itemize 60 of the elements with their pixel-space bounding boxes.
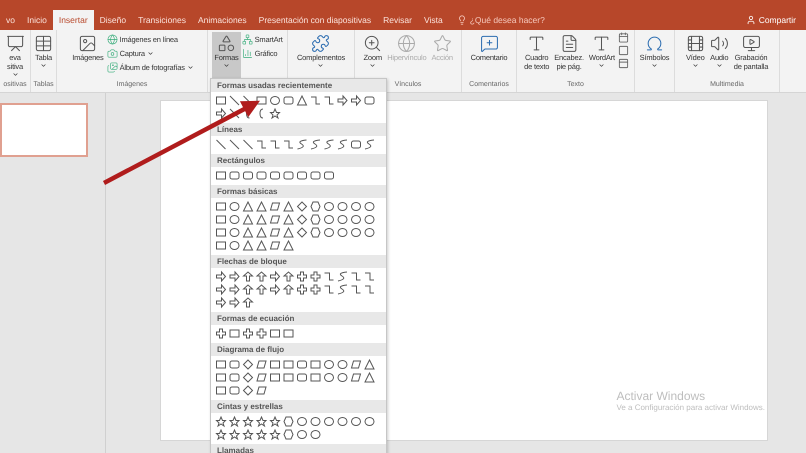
caret-icon <box>716 62 723 69</box>
section-header: Formas básicas <box>211 185 386 198</box>
tell-me-field[interactable]: ¿Qué desea hacer? <box>470 15 545 25</box>
camera-icon <box>106 48 118 59</box>
text-box-icon <box>527 34 546 53</box>
shapes-icon <box>217 34 236 53</box>
lightbulb-icon <box>456 15 467 25</box>
caret-icon <box>146 50 154 57</box>
ribbon-tab[interactable]: Animaciones <box>192 10 253 30</box>
page-icon <box>560 34 579 53</box>
ribbon-tab[interactable]: Inicio <box>20 10 53 30</box>
calendar-icon[interactable] <box>618 32 629 43</box>
ribbon-tab[interactable]: Revisar <box>377 10 418 30</box>
bar-chart-icon <box>242 48 253 59</box>
slide-thumbnail[interactable] <box>0 103 88 157</box>
caret-icon <box>186 64 194 71</box>
square-icon[interactable] <box>618 45 629 56</box>
section-header: Líneas <box>211 123 386 136</box>
letter-icon <box>592 34 612 53</box>
globe-icon <box>397 34 416 53</box>
section-header: Cintas y estrellas <box>211 400 386 413</box>
comment-icon <box>480 34 498 53</box>
ribbon-tab[interactable]: Insertar <box>52 10 94 30</box>
caret-icon <box>12 71 18 78</box>
hierarchy-icon <box>242 34 253 45</box>
panel-icon[interactable] <box>618 58 629 69</box>
photo-album-icon <box>106 62 118 73</box>
slide-icon <box>6 34 24 53</box>
activation-subtitle: Ve a Configuración para activar Windows. <box>616 403 765 412</box>
ribbon-tab[interactable]: Vista <box>418 10 449 30</box>
person-icon <box>746 15 756 25</box>
speaker-icon <box>710 34 729 53</box>
puzzle-icon <box>311 34 330 53</box>
caret-icon <box>650 62 658 69</box>
section-header: Formas de ecuación <box>211 312 386 325</box>
ribbon-tab[interactable]: Transiciones <box>132 10 192 30</box>
caret-icon <box>223 62 230 69</box>
film-icon <box>686 34 705 53</box>
globe-picture-icon <box>106 34 118 45</box>
star-icon <box>432 34 452 53</box>
caret-icon <box>692 62 699 69</box>
screen-record-icon <box>742 34 760 53</box>
zoom-icon <box>363 34 382 53</box>
section-header: Formas usadas recientemente <box>211 79 386 92</box>
section-header: Diagrama de flujo <box>211 343 386 356</box>
section-header: Rectángulos <box>211 154 386 167</box>
caret-icon <box>317 62 324 69</box>
caret-icon <box>40 62 47 69</box>
table-icon <box>34 34 53 53</box>
section-header: Llamadas <box>211 444 386 453</box>
omega-icon <box>644 34 664 53</box>
ribbon-tab[interactable]: Diseño <box>94 10 132 30</box>
ribbon-tab[interactable]: Presentación con diapositivas <box>252 10 378 30</box>
section-header: Flechas de bloque <box>211 255 386 268</box>
share-button[interactable]: Compartir <box>758 15 796 25</box>
ribbon-tab[interactable]: vo <box>0 10 21 30</box>
picture-icon <box>78 34 98 53</box>
activation-title: Activar Windows <box>616 389 706 403</box>
caret-icon <box>369 62 376 69</box>
caret-icon <box>598 62 606 69</box>
